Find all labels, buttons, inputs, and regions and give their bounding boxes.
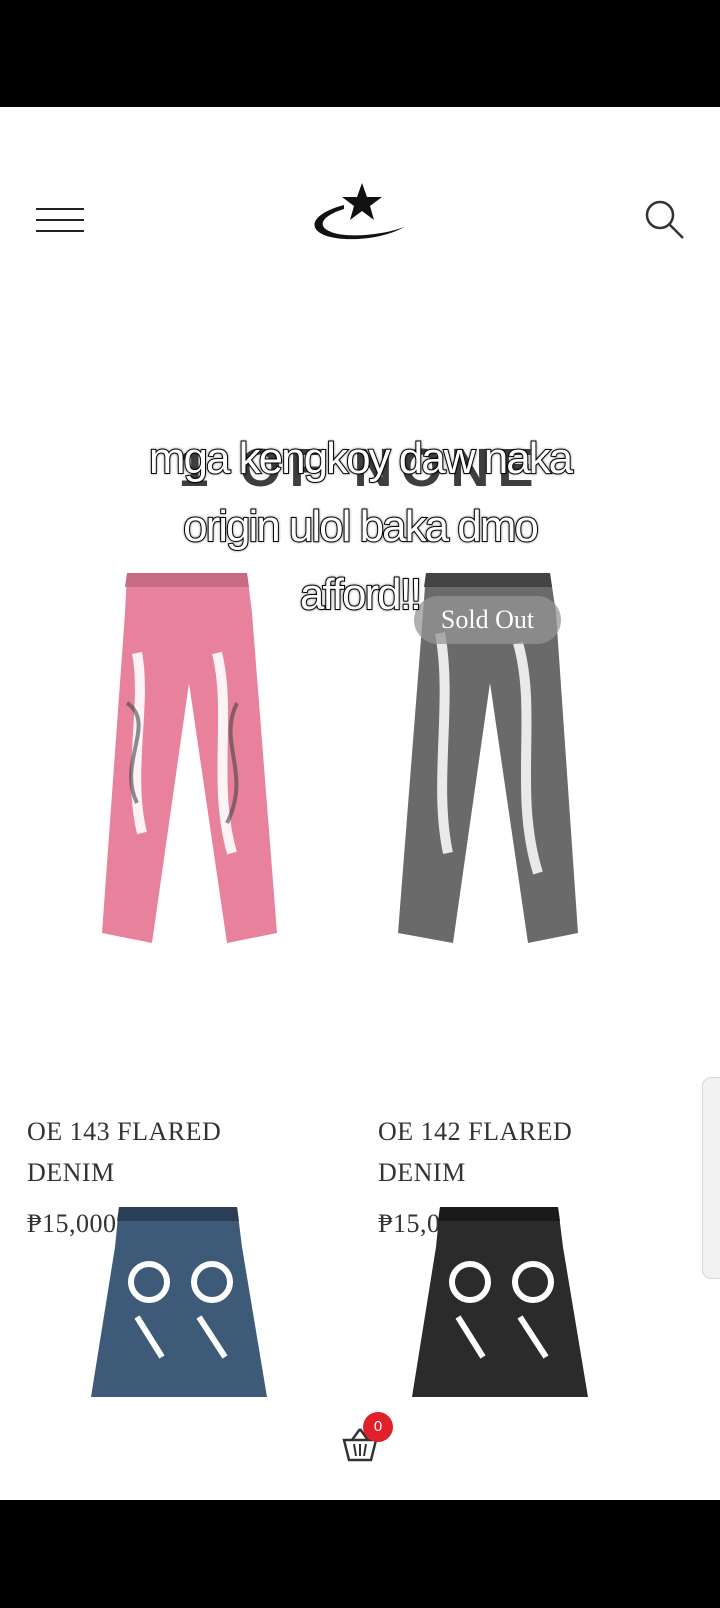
- product-name[interactable]: OE 142 FLARED DENIM: [378, 1111, 678, 1193]
- navigation-bar-area: [0, 1500, 720, 1608]
- star-swoosh-logo-icon[interactable]: [304, 175, 414, 255]
- shop-screen: 1 OF NONE mga kengkoy daw naka origin ul…: [0, 107, 720, 1500]
- cart-bar: 0: [0, 1402, 720, 1500]
- product-name[interactable]: OE 143 FLARED DENIM: [27, 1111, 327, 1193]
- cart-count-badge: 0: [363, 1412, 393, 1442]
- search-icon[interactable]: [640, 195, 690, 245]
- product-image[interactable]: [378, 1207, 708, 1397]
- caption-line: afford!!: [299, 569, 423, 620]
- status-bar-area: [0, 0, 720, 107]
- hamburger-menu-icon[interactable]: [34, 203, 86, 237]
- caption-line: mga kengkoy daw naka: [148, 433, 574, 484]
- product-image[interactable]: [27, 1207, 357, 1397]
- video-caption-overlay: mga kengkoy daw naka origin ulol baka dm…: [50, 425, 670, 629]
- product-image[interactable]: [27, 573, 357, 973]
- scrollbar-handle[interactable]: [702, 1077, 720, 1279]
- caption-line: origin ulol baka dmo: [182, 501, 540, 552]
